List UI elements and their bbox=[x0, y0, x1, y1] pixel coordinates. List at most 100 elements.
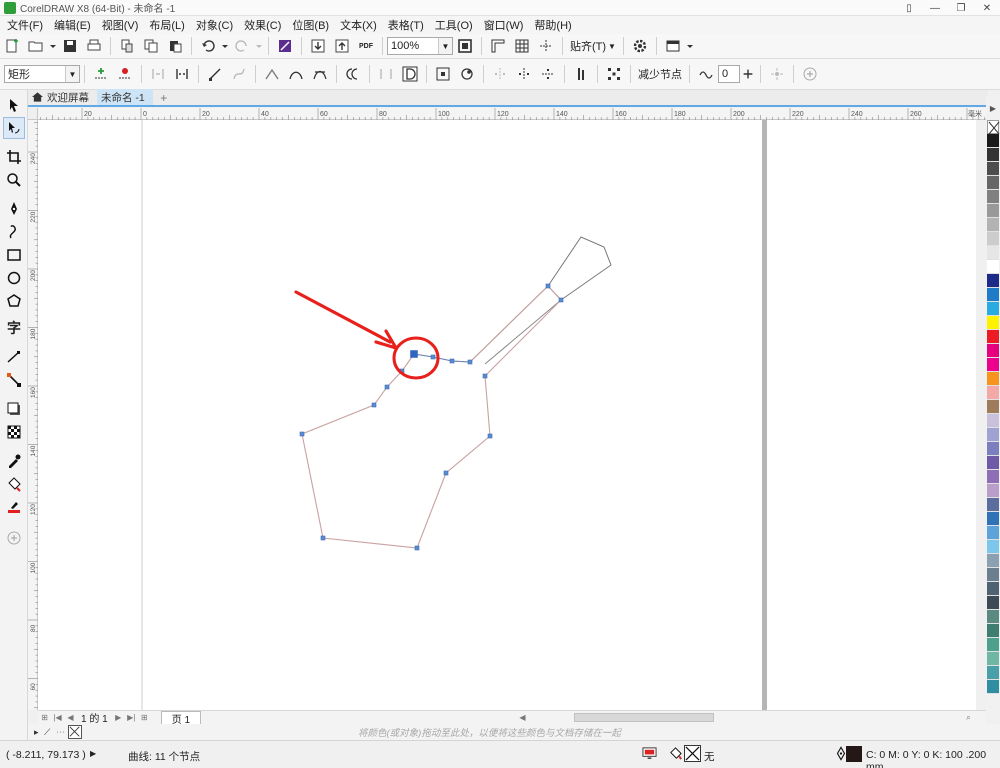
open-button[interactable] bbox=[25, 35, 47, 57]
symmetrical-node-button[interactable] bbox=[309, 63, 331, 85]
export-button[interactable] bbox=[331, 35, 353, 57]
menu-edit[interactable]: 编辑(E) bbox=[51, 17, 99, 33]
vertical-ruler[interactable]: 240 220 200 180 160 140 120 100 80 60 bbox=[28, 120, 38, 710]
color-swatch[interactable] bbox=[987, 274, 999, 288]
new-document-button[interactable] bbox=[1, 35, 23, 57]
menu-layout[interactable]: 布局(L) bbox=[146, 17, 192, 33]
scroll-left-button[interactable]: ◀ bbox=[517, 712, 528, 723]
import-button[interactable] bbox=[307, 35, 329, 57]
dimension-tool-button[interactable] bbox=[3, 346, 25, 368]
color-swatch[interactable] bbox=[987, 442, 999, 456]
add-nodes-button[interactable] bbox=[90, 63, 112, 85]
color-swatch[interactable] bbox=[987, 512, 999, 526]
curve-smoothness-slider-button[interactable] bbox=[741, 63, 755, 85]
last-page-button[interactable]: ▶| bbox=[126, 712, 137, 723]
open-dropdown[interactable] bbox=[49, 35, 57, 57]
curve-node[interactable] bbox=[299, 431, 305, 437]
menu-text[interactable]: 文本(X) bbox=[337, 17, 385, 33]
reflect-nodes-v-button[interactable] bbox=[513, 63, 535, 85]
outline-color-swatch[interactable] bbox=[846, 746, 862, 762]
options-button[interactable] bbox=[629, 35, 651, 57]
smart-fill-tool-button[interactable] bbox=[3, 496, 25, 518]
color-swatch[interactable] bbox=[987, 260, 999, 274]
delete-nodes-button[interactable] bbox=[114, 63, 136, 85]
curve-node[interactable] bbox=[467, 359, 473, 365]
color-swatch[interactable] bbox=[987, 484, 999, 498]
color-swatch[interactable] bbox=[987, 148, 999, 162]
color-swatch[interactable] bbox=[987, 582, 999, 596]
color-swatch[interactable] bbox=[987, 246, 999, 260]
cut-button[interactable] bbox=[116, 35, 138, 57]
fill-icon[interactable] bbox=[668, 746, 683, 764]
show-grid-button[interactable] bbox=[511, 35, 533, 57]
color-swatch[interactable] bbox=[987, 456, 999, 470]
menu-file[interactable]: 文件(F) bbox=[4, 17, 51, 33]
select-all-nodes-button[interactable] bbox=[603, 63, 625, 85]
curve-node[interactable] bbox=[482, 373, 488, 379]
no-color-box[interactable] bbox=[68, 725, 82, 739]
guitar-body-curve[interactable] bbox=[301, 285, 562, 549]
copy-button[interactable] bbox=[140, 35, 162, 57]
no-color-swatch[interactable] bbox=[987, 120, 1000, 135]
show-rulers-button[interactable] bbox=[487, 35, 509, 57]
tab-untitled-1[interactable]: 未命名 -1 bbox=[97, 89, 153, 105]
extract-subpath-button[interactable] bbox=[432, 63, 454, 85]
next-page-button[interactable]: ▶ bbox=[113, 712, 124, 723]
coordinates-flyout-icon[interactable]: ▶ bbox=[90, 749, 96, 758]
page-tab-1[interactable]: 页 1 bbox=[160, 711, 202, 726]
color-swatch[interactable] bbox=[987, 302, 999, 316]
zoom-navigator-icon[interactable]: ⌕ bbox=[963, 712, 974, 723]
redo-button[interactable] bbox=[231, 35, 253, 57]
convert-to-curve-button[interactable] bbox=[228, 63, 250, 85]
curve-node[interactable] bbox=[443, 470, 449, 476]
menu-table[interactable]: 表格(T) bbox=[385, 17, 432, 33]
color-swatch[interactable] bbox=[987, 330, 999, 344]
color-swatch[interactable] bbox=[987, 400, 999, 414]
ellipse-tool-button[interactable] bbox=[3, 267, 25, 289]
color-swatch[interactable] bbox=[987, 638, 999, 652]
color-swatch[interactable] bbox=[987, 596, 999, 610]
crop-tool-button[interactable] bbox=[3, 146, 25, 168]
color-swatch[interactable] bbox=[987, 680, 999, 694]
selection-mode-select[interactable]: 矩形 ▼ bbox=[4, 65, 80, 83]
color-swatch[interactable] bbox=[987, 316, 999, 330]
first-page-icon[interactable]: |◀ bbox=[52, 712, 63, 723]
minimize-button[interactable]: — bbox=[922, 0, 948, 16]
menu-effects[interactable]: 效果(C) bbox=[241, 17, 289, 33]
redo-dropdown[interactable] bbox=[255, 35, 263, 57]
break-curve-button[interactable] bbox=[171, 63, 193, 85]
undo-dropdown[interactable] bbox=[221, 35, 229, 57]
color-swatch[interactable] bbox=[987, 358, 999, 372]
color-swatch[interactable] bbox=[987, 344, 999, 358]
transparency-tool-button[interactable] bbox=[3, 421, 25, 443]
pick-tool-button[interactable] bbox=[3, 94, 25, 116]
color-swatch[interactable] bbox=[987, 218, 999, 232]
color-swatch[interactable] bbox=[987, 568, 999, 582]
color-swatch[interactable] bbox=[987, 666, 999, 680]
color-swatch[interactable] bbox=[987, 652, 999, 666]
elastic-mode-button[interactable] bbox=[456, 63, 478, 85]
shape-tool-button[interactable] bbox=[3, 117, 25, 139]
color-swatch[interactable] bbox=[987, 232, 999, 246]
color-swatch[interactable] bbox=[987, 176, 999, 190]
reverse-direction-button[interactable] bbox=[342, 63, 364, 85]
new-tab-button[interactable]: + bbox=[157, 91, 171, 105]
join-nodes-button[interactable] bbox=[147, 63, 169, 85]
palette-options-icon[interactable]: ⋯ bbox=[56, 727, 65, 738]
drop-shadow-tool-button[interactable] bbox=[3, 398, 25, 420]
stretch-nodes-button[interactable] bbox=[570, 63, 592, 85]
convert-to-line-button[interactable] bbox=[204, 63, 226, 85]
cusp-node-button[interactable] bbox=[261, 63, 283, 85]
color-swatch[interactable] bbox=[987, 414, 999, 428]
color-proof-icon[interactable] bbox=[642, 746, 657, 764]
color-swatch[interactable] bbox=[987, 526, 999, 540]
color-swatch[interactable] bbox=[987, 470, 999, 484]
artistic-media-tool-button[interactable] bbox=[3, 221, 25, 243]
curve-smoothness-input[interactable]: 0 bbox=[718, 65, 740, 83]
curve-node[interactable] bbox=[487, 433, 493, 439]
color-swatch[interactable] bbox=[987, 498, 999, 512]
snap-to-button[interactable]: 贴齐(T) ▼ bbox=[567, 38, 619, 54]
connector-tool-button[interactable] bbox=[3, 369, 25, 391]
launcher-dropdown[interactable] bbox=[686, 35, 694, 57]
text-tool-button[interactable]: 字 bbox=[3, 317, 25, 339]
